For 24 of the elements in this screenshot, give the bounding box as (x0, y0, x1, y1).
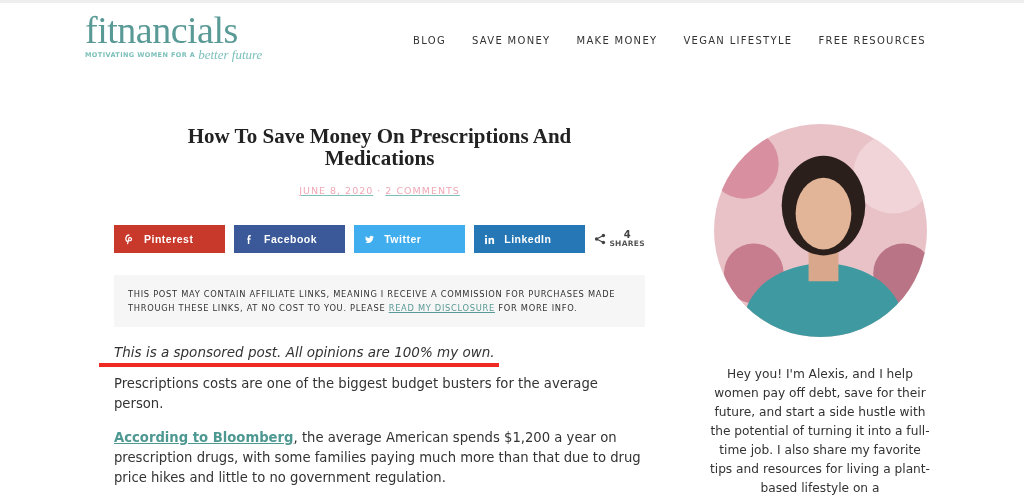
share-button[interactable]: LinkedIn (474, 225, 586, 253)
nav-link[interactable]: BLOG (413, 35, 446, 46)
nav-link[interactable]: VEGAN LIFESTYLE (683, 35, 793, 46)
bird-icon (364, 233, 376, 245)
nav-link[interactable]: MAKE MONEY (576, 35, 658, 46)
disclosure-link[interactable]: READ MY DISCLOSURE (388, 303, 495, 313)
bloomberg-link[interactable]: According to Bloomberg (114, 430, 294, 445)
share-button[interactable]: Pinterest (114, 225, 226, 253)
share-count: 4 (623, 230, 631, 241)
share-button[interactable]: Facebook (234, 225, 346, 253)
meta-separator: · (377, 185, 382, 196)
pin-icon (124, 233, 135, 245)
author-bio: Hey you! I'm Alexis, and I help women pay off debt, save for their future, and start a side hustle with the potential of turning it into a full-time job. I also share my favorite tips and resources for living a plant-based lifestyle on a (709, 366, 931, 496)
post-title: How To Save Money On Prescriptions And Medications (186, 125, 573, 169)
linkedin-icon (484, 233, 496, 245)
site-logo[interactable]: fitnancials (85, 11, 263, 49)
logo-tagline-script: better future (198, 47, 263, 63)
body-paragraph: Prescriptions costs are one of the biggest budget busters for the average person. (114, 375, 599, 413)
body-paragraph: According to Bloomberg, the average American spends $1,200 a year on prescription drugs, with some families paying much more than that due to drug price hikes and little to no government regulation. (114, 429, 642, 487)
nav-link[interactable]: FREE RESOURCES (818, 35, 926, 46)
nav-link[interactable]: SAVE MONEY (472, 35, 551, 46)
share-icon (594, 233, 607, 245)
disclosure-text: THIS POST MAY CONTAIN AFFILIATE LINKS, MEANING I RECEIVE A COMMISSION FOR PURCHASES MADE THROUGH THESE LINKS, AT NO COST TO YOU. PLEASE READ MY DISCLOSURE FOR MORE INFO. (128, 288, 617, 315)
sponsored-note: This is a sponsored post. All opinions are 100% my own. (114, 344, 496, 360)
